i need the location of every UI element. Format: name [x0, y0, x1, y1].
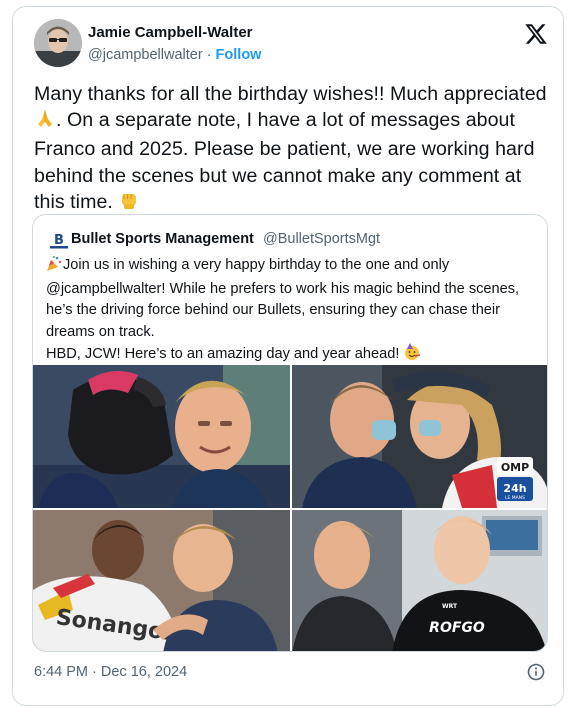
quote-text: Join us in wishing a very happy birthday… [46, 255, 541, 368]
photo-brand-wrt: WRT [442, 603, 458, 610]
svg-text:B: B [54, 233, 64, 248]
praying-hands-emoji-icon [34, 107, 56, 136]
quoted-tweet[interactable]: B Bullet Sports Management @BulletSports… [32, 214, 548, 652]
bullet-logo-icon: B [50, 233, 68, 249]
photo-brand-omp: OMP [501, 461, 529, 474]
follow-button[interactable]: Follow [216, 47, 262, 63]
tweet-text: Many thanks for all the birthday wishes!… [34, 81, 549, 218]
author-handle-row: @jcampbellwalter · Follow [88, 47, 261, 63]
author-name[interactable]: Jamie Campbell-Walter [88, 24, 253, 41]
photo-le-mans-hug[interactable]: OMP 24h LE MANS [292, 365, 547, 508]
x-logo-icon[interactable] [524, 22, 548, 46]
info-icon[interactable] [527, 663, 545, 681]
photo-brand-le-mans: LE MANS [505, 495, 525, 501]
tweet-text-part2: . On a separate note, I have a lot of me… [34, 109, 535, 213]
tweet-timestamp[interactable]: 6:44 PM · Dec 16, 2024 [34, 664, 187, 680]
photo-helmet-hug[interactable] [33, 365, 290, 508]
tweet-text-part1: Many thanks for all the birthday wishes!… [34, 83, 547, 105]
photo-brand-24h: 24h [503, 482, 526, 495]
author-avatar[interactable] [34, 19, 82, 67]
quote-line1: Join us in wishing a very happy birthday… [46, 257, 520, 340]
photo-sonangol-hug[interactable]: Sonangol [33, 510, 290, 651]
handle-separator: · [202, 47, 216, 63]
author-handle[interactable]: @jcampbellwalter [88, 47, 203, 63]
photo-wrt-portrait[interactable]: WRT ROFGO [292, 510, 547, 651]
quote-line2: HBD, JCW! Here’s to an amazing day and y… [46, 345, 404, 362]
quote-author-name: Bullet Sports Management [71, 231, 254, 247]
party-popper-emoji-icon [46, 255, 63, 279]
photo-grid: OMP 24h LE MANS Sonangol WRT ROFGO [33, 365, 547, 651]
quote-author-handle: @BulletSportsMgt [263, 231, 381, 247]
photo-brand-rofgo: ROFGO [429, 620, 485, 636]
